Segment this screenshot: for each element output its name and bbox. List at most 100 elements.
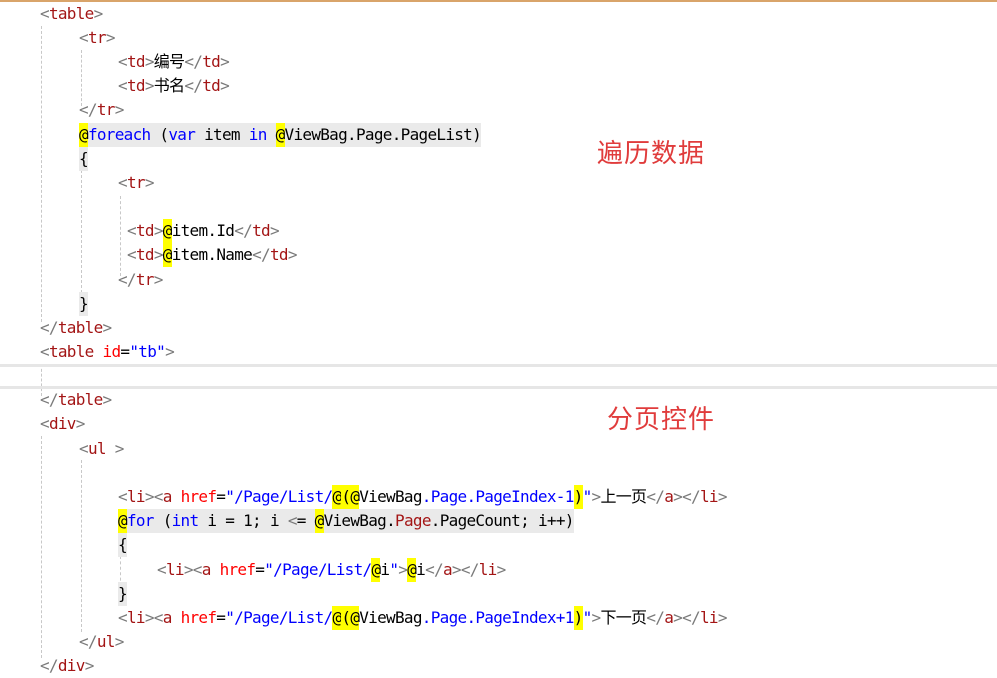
code-token: >: [144, 76, 155, 95]
code-token: 书名: [153, 76, 185, 95]
code-line[interactable]: <td>@item.Id</td>: [127, 219, 280, 243]
code-token: .: [347, 125, 357, 144]
code-token: </: [79, 100, 98, 119]
code-token: in: [248, 125, 268, 144]
code-token: </: [460, 560, 480, 579]
code-token: td: [252, 221, 271, 240]
code-token: </: [425, 560, 444, 579]
code-token: ): [573, 485, 583, 509]
code-line[interactable]: <li><a href="/Page/List/@i">@i</a></li>: [157, 558, 506, 582]
code-token: li: [699, 487, 719, 506]
code-line[interactable]: <div>: [40, 412, 85, 436]
code-line[interactable]: </table>: [40, 316, 113, 340]
code-line[interactable]: </tr>: [118, 268, 163, 292]
code-token: (: [159, 125, 169, 144]
code-line[interactable]: <li><a href="/Page/List/@(@ViewBag.Page.…: [118, 485, 727, 509]
code-token: {: [79, 149, 89, 168]
code-line[interactable]: </div>: [40, 654, 94, 678]
code-token: @: [162, 243, 172, 267]
code-token: <: [153, 487, 164, 506]
code-token: =: [225, 511, 235, 530]
code-line[interactable]: <li><a href="/Page/List/@(@ViewBag.Page.…: [118, 606, 727, 630]
code-line[interactable]: </ul>: [79, 630, 124, 654]
code-token: >: [183, 560, 194, 579]
code-line[interactable]: <tr>: [79, 26, 115, 50]
code-token: @: [314, 509, 324, 533]
code-token: >: [496, 560, 507, 579]
indent-guide: [41, 436, 42, 658]
code-token: ViewBag: [323, 511, 387, 530]
code-token: }: [79, 294, 89, 313]
code-token: td: [202, 76, 221, 95]
code-token: .Page.PageIndex+1: [421, 608, 575, 627]
editor-top-border: [0, 0, 997, 2]
code-token: <: [40, 4, 50, 23]
code-token: var: [168, 125, 196, 144]
code-token: </: [40, 318, 59, 337]
code-token: =: [296, 511, 307, 530]
code-line[interactable]: }: [79, 292, 89, 316]
code-token: @: [332, 606, 342, 630]
code-token: @: [275, 123, 285, 147]
code-token: >: [75, 414, 86, 433]
code-token: >: [717, 487, 728, 506]
code-line[interactable]: <td>编号</td>: [118, 50, 230, 74]
code-token: item: [171, 245, 208, 264]
code-token: li: [699, 608, 719, 627]
code-line[interactable]: @foreach (var item in @ViewBag.Page.Page…: [79, 123, 482, 147]
code-token: >: [102, 390, 113, 409]
code-line[interactable]: {: [79, 147, 89, 171]
code-line[interactable]: </table>: [40, 388, 113, 412]
code-editor[interactable]: <table> <tr> <td>编号</td> <td>书名</td> </tr> @f…: [0, 0, 997, 676]
code-line[interactable]: <ul >: [79, 437, 124, 461]
code-line[interactable]: <td>@item.Name</td>: [127, 243, 297, 267]
code-token: ;: [520, 511, 530, 530]
code-line[interactable]: <table id="tb">: [40, 340, 175, 364]
code-token: ++): [546, 511, 575, 530]
code-token: >: [144, 608, 155, 627]
code-line[interactable]: <table>: [40, 2, 103, 26]
code-token: >: [144, 52, 155, 71]
code-line[interactable]: {: [118, 533, 128, 557]
code-token: (: [341, 485, 351, 509]
code-token: ): [573, 606, 583, 630]
code-token: </: [682, 487, 701, 506]
code-token: <: [287, 511, 298, 530]
code-token: Name: [216, 245, 253, 264]
code-token: 1;: [243, 511, 262, 530]
code-line[interactable]: </tr>: [79, 98, 124, 122]
code-token: =: [216, 608, 226, 627]
code-line[interactable]: <tr>: [118, 171, 154, 195]
code-token: a: [664, 487, 674, 506]
code-token: >: [114, 439, 125, 458]
code-token: >: [144, 487, 155, 506]
code-token: </: [184, 76, 203, 95]
code-line[interactable]: }: [118, 582, 128, 606]
code-token: div: [57, 656, 86, 675]
code-token: 编号: [153, 52, 185, 71]
code-line[interactable]: @for (int i = 1; i <= @ViewBag.Page.Page…: [118, 509, 574, 533]
code-token: >: [93, 4, 104, 23]
code-token: tr: [96, 100, 116, 119]
code-token: >: [105, 28, 116, 47]
code-token: </: [682, 608, 701, 627]
annotation-loop-data: 遍历数据: [597, 139, 706, 169]
code-token: td: [269, 245, 289, 264]
code-token: i: [269, 511, 280, 530]
code-token: td: [135, 245, 155, 264]
code-token: @: [79, 123, 89, 147]
code-token: <: [153, 608, 164, 627]
code-token: ": [389, 560, 399, 579]
code-line[interactable]: <td>书名</td>: [118, 74, 230, 98]
code-token: </: [252, 245, 271, 264]
code-token: >: [102, 318, 113, 337]
separator-line: [0, 364, 997, 367]
